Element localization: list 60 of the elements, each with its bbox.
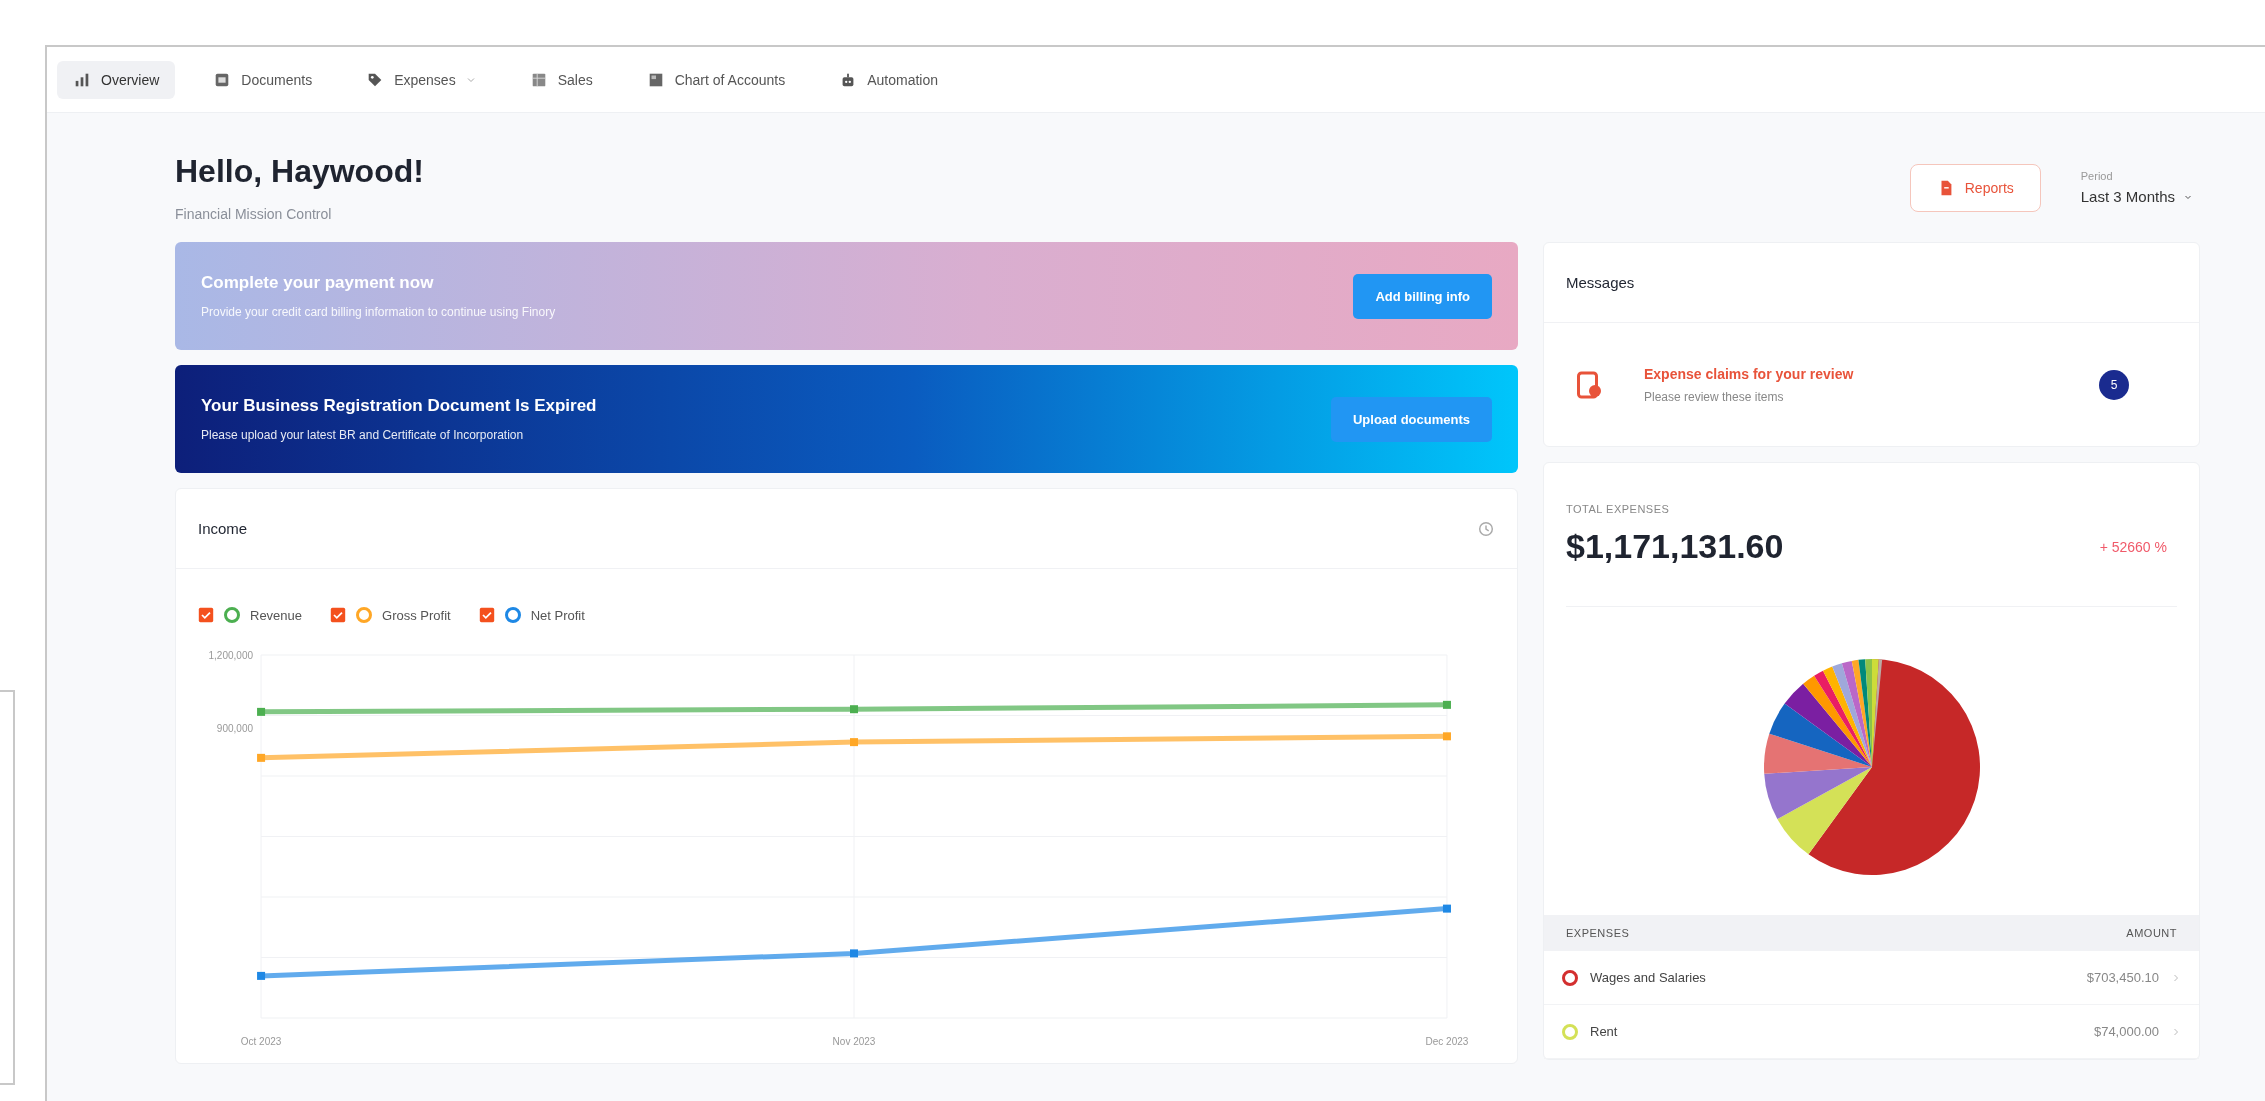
y-axis-label: 900,000 [216,722,254,734]
series-ring-icon [224,607,240,623]
column-header: EXPENSES [1566,927,1630,939]
data-point [1442,904,1451,913]
data-point [1442,732,1451,741]
expense-name: Wages and Salaries [1590,970,1707,985]
series-ring-icon [356,607,373,623]
series-ring-icon [504,607,521,623]
period-dropdown[interactable]: Period Last 3 Months [2070,166,2203,209]
data-point [257,753,266,762]
nav-tab[interactable]: Overview [57,60,176,99]
y-axis-label: 1,200,000 [208,650,254,661]
data-point [257,707,266,716]
nav-tab[interactable]: Documents [197,60,329,99]
banner-text: Provide your credit card billing information to continue using Finory [201,305,557,319]
data-point [1442,700,1451,709]
message-text: Please review these items [1644,389,1785,404]
checkbox[interactable] [330,607,347,623]
data-point [850,949,858,958]
change-value: + 52660 % [2099,538,2167,555]
banner-title: Complete your payment now [201,273,435,293]
nav-tab[interactable]: Automation [823,60,955,99]
count-badge: 5 [2099,369,2129,400]
data-point [257,971,266,980]
x-axis-label: Nov 2023 [832,1036,876,1047]
banner-text: Please upload your latest BR and Certificate of Incorporation [201,428,525,442]
expense-name: Rent [1590,1024,1619,1039]
reports-button[interactable]: Reports [1909,163,2041,212]
data-point [850,738,858,747]
message-title: Expense claims for your review [1644,365,1855,382]
banner-title: Your Business Registration Document Is Expired [201,396,598,416]
legend-label: Revenue [250,607,303,623]
document-alert-icon [1574,369,1604,400]
subtitle: Financial Mission Control [175,206,333,222]
total-label: TOTAL EXPENSES [1566,503,1671,515]
data-point [850,705,858,714]
chevron-icon [2171,972,2181,983]
card-title: Income [198,520,248,537]
card-title: Messages [1566,274,1635,291]
total-amount: $1,171,131.60 [1566,527,1784,566]
expense-row[interactable]: Rent $74,000.00 [1544,1005,2199,1059]
x-axis-label: Oct 2023 [240,1036,282,1047]
checkbox[interactable] [198,607,214,623]
legend-label: Net Profit [530,607,585,623]
message-item[interactable]: Expense claims for your review Please review these items 5 [1544,323,2199,446]
nav-tab[interactable]: Sales [513,60,609,99]
period-value: Last 3 Months [2080,188,2193,205]
checkbox[interactable] [478,607,495,623]
expense-amount: $74,000.00 [2093,1024,2159,1039]
chevron-icon [2171,1026,2181,1037]
legend-label: Gross Profit [382,607,451,623]
column-header: AMOUNT [2126,927,2177,939]
expense-amount: $703,450.10 [2086,970,2159,985]
greeting-heading: Hello, Haywood! [175,153,425,190]
clock-icon [1477,519,1495,538]
expense-row[interactable]: Wages and Salaries $703,450.10 [1544,951,2199,1005]
nav-tab[interactable]: Chart of Accounts [630,60,802,99]
nav-tab[interactable]: Expenses [350,60,492,99]
period-label: Period [2080,170,2114,182]
x-axis-label: Dec 2023 [1425,1036,1469,1047]
